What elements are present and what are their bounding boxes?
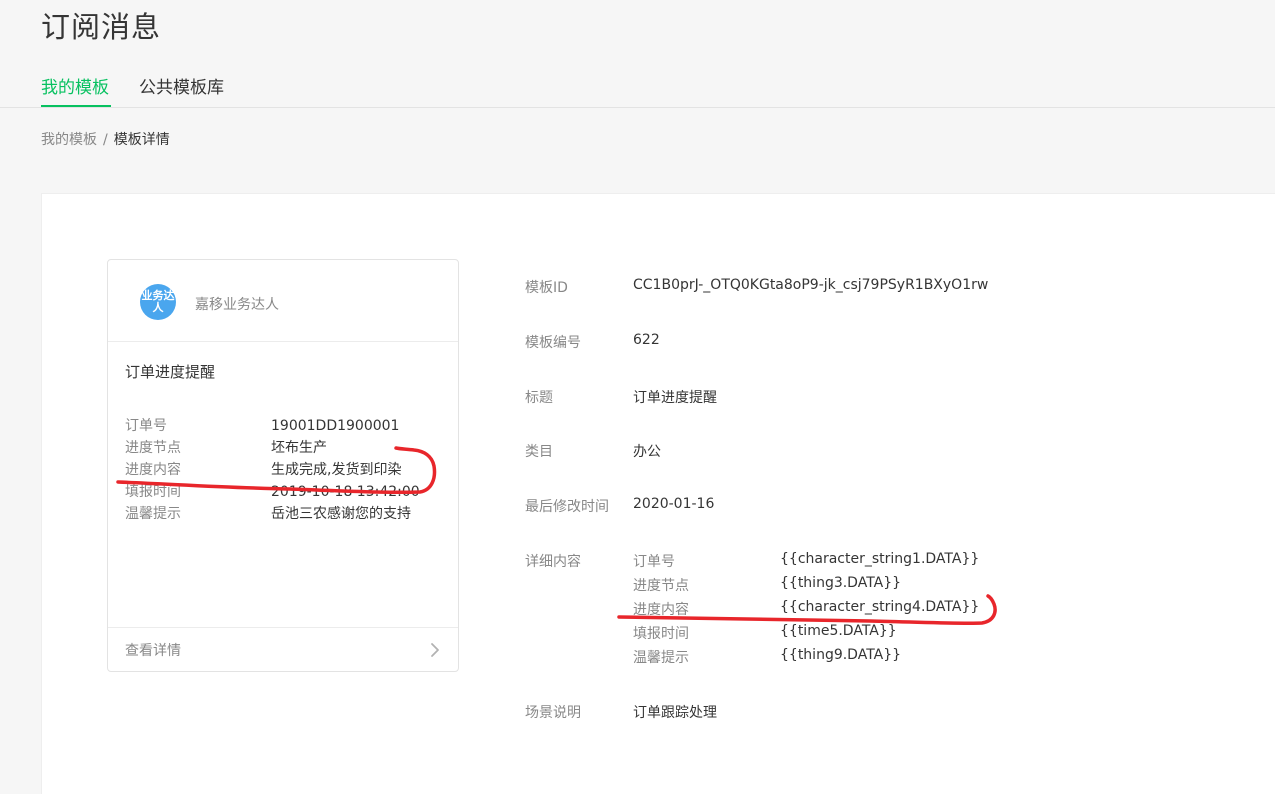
keyword-key: 进度内容 [633, 602, 689, 618]
active-tab-indicator [41, 105, 111, 107]
preview-row-key: 进度节点 [125, 440, 181, 456]
preview-row-value: 19001DD1900001 [271, 418, 400, 434]
preview-row: 填报时间 2019-10-18 13:42:00 [125, 481, 445, 503]
preview-row: 进度节点 坯布生产 [125, 437, 445, 459]
keyword-key: 订单号 [633, 554, 675, 570]
keyword-key: 温馨提示 [633, 650, 689, 666]
preview-row: 温馨提示 岳池三农感谢您的支持 [125, 503, 445, 525]
view-details-link[interactable]: 查看详情 [125, 640, 181, 660]
tab-bar: 我的模板 公共模板库 [0, 66, 1275, 108]
title-value: 订单进度提醒 [633, 390, 717, 406]
keyword-value: {{thing9.DATA}} [780, 647, 902, 663]
preview-row: 订单号 19001DD1900001 [125, 415, 445, 437]
preview-row-key: 订单号 [125, 418, 167, 434]
modified-label: 最后修改时间 [525, 499, 609, 515]
preview-row-key: 填报时间 [125, 484, 181, 500]
breadcrumb: 我的模板 / 模板详情 [41, 129, 170, 149]
message-preview-card: 业务达人 嘉移业务达人 订单进度提醒 订单号 19001DD1900001 进度… [107, 259, 459, 672]
keyword-value: {{character_string4.DATA}} [780, 599, 980, 615]
preview-row-value: 坯布生产 [271, 440, 327, 456]
keyword-key: 进度节点 [633, 578, 689, 594]
preview-row-key: 温馨提示 [125, 506, 181, 522]
keyword-value: {{character_string1.DATA}} [780, 551, 980, 567]
category-label: 类目 [525, 444, 553, 460]
preview-row-value: 岳池三农感谢您的支持 [271, 506, 411, 522]
scene-label: 场景说明 [525, 705, 581, 721]
avatar: 业务达人 [140, 284, 176, 320]
tab-public-library[interactable]: 公共模板库 [139, 73, 224, 98]
keyword-value: {{time5.DATA}} [780, 623, 897, 639]
breadcrumb-current: 模板详情 [113, 132, 170, 148]
page-title: 订阅消息 [41, 10, 162, 44]
keyword-value: {{thing3.DATA}} [780, 575, 902, 591]
keyword-key: 填报时间 [633, 626, 689, 642]
category-value: 办公 [633, 444, 661, 460]
account-name: 嘉移业务达人 [195, 297, 279, 313]
tab-my-templates[interactable]: 我的模板 [41, 73, 109, 98]
preview-title: 订单进度提醒 [125, 363, 216, 381]
template-id-value: CC1B0prJ-_OTQ0KGta8oP9-jk_csj79PSyR1BXyO… [633, 277, 989, 293]
scene-value: 订单跟踪处理 [633, 705, 717, 721]
content-label: 详细内容 [525, 554, 581, 570]
breadcrumb-separator: / [103, 132, 108, 148]
template-no-value: 622 [633, 332, 660, 348]
title-label: 标题 [525, 390, 553, 406]
preview-card-footer[interactable]: 查看详情 [108, 627, 458, 672]
preview-row-value: 生成完成,发货到印染 [271, 462, 402, 478]
preview-card-header: 业务达人 嘉移业务达人 [108, 260, 458, 342]
chevron-right-icon[interactable] [426, 641, 444, 659]
preview-row-key: 进度内容 [125, 462, 181, 478]
template-id-label: 模板ID [525, 280, 568, 296]
modified-value: 2020-01-16 [633, 496, 715, 512]
breadcrumb-my-templates[interactable]: 我的模板 [41, 132, 97, 148]
preview-row: 进度内容 生成完成,发货到印染 [125, 459, 445, 481]
preview-row-value: 2019-10-18 13:42:00 [271, 484, 420, 500]
template-no-label: 模板编号 [525, 335, 581, 351]
